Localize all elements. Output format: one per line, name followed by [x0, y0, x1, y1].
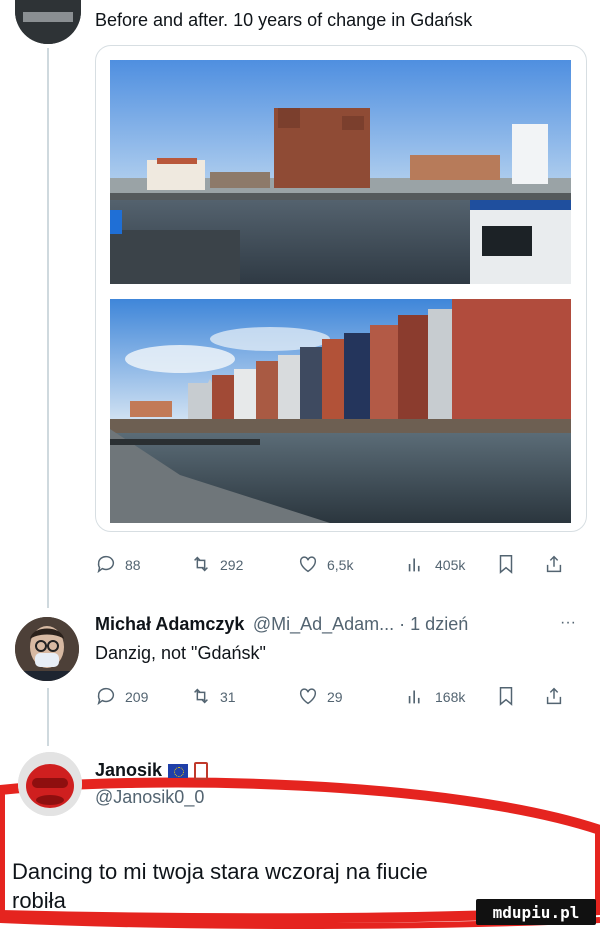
reply-avatar[interactable]	[15, 617, 79, 681]
reply-header: Michał Adamczyk @Mi_Ad_Adam... · 1 dzień	[95, 614, 468, 635]
share-button[interactable]	[543, 550, 565, 580]
like-button[interactable]: 6,5k	[297, 550, 353, 580]
views-count: 405k	[435, 557, 466, 573]
heart-icon	[297, 553, 319, 578]
share-button-2[interactable]	[543, 682, 565, 712]
retweet-count: 292	[220, 557, 244, 573]
reply-text: Danzig, not "Gdańsk"	[95, 643, 266, 663]
before-photo[interactable]	[110, 60, 571, 284]
bookmark-button-2[interactable]	[495, 682, 517, 712]
janosik-header: Janosik	[95, 760, 209, 781]
reply-button-2[interactable]: 209	[95, 682, 148, 712]
eu-flag-icon	[168, 763, 189, 778]
thread-line	[47, 48, 49, 608]
janosik-text-line2: robiła	[12, 888, 66, 913]
reply-handle-time[interactable]: @Mi_Ad_Adam... · 1 dzień	[253, 614, 468, 634]
janosik-handle[interactable]: @Janosik0_0	[95, 787, 204, 808]
reply-count: 209	[125, 689, 149, 705]
reply-button[interactable]: 88	[95, 550, 141, 580]
janosik-avatar[interactable]	[18, 752, 82, 816]
views-count: 168k	[435, 689, 466, 705]
tweet-actions: 88 292 6,5k 405k	[95, 550, 565, 580]
share-icon	[543, 685, 565, 710]
bookmark-icon	[495, 553, 517, 578]
janosik-name[interactable]: Janosik	[95, 760, 162, 781]
like-count: 6,5k	[327, 557, 354, 573]
like-count: 29	[327, 689, 343, 705]
bookmark-button[interactable]	[495, 550, 517, 580]
share-icon	[543, 553, 565, 578]
reply-icon	[95, 553, 117, 578]
views-icon	[405, 685, 427, 710]
after-photo[interactable]	[110, 299, 571, 523]
author-avatar[interactable]	[15, 0, 81, 44]
heart-icon	[297, 685, 319, 710]
like-button-2[interactable]: 29	[297, 682, 343, 712]
watermark-logo: mdupiu.pl	[476, 899, 596, 925]
views-icon	[405, 553, 427, 578]
reply-icon	[95, 685, 117, 710]
retweet-button[interactable]: 292	[190, 550, 243, 580]
views-button[interactable]: 405k	[405, 550, 465, 580]
watermark-text: mdupiu.pl	[492, 902, 580, 922]
tweet-text: Before and after. 10 years of change in …	[95, 10, 473, 30]
retweet-icon	[190, 685, 212, 710]
retweet-count: 31	[220, 689, 236, 705]
bookmark-icon	[495, 685, 517, 710]
thread-line-2	[47, 688, 49, 746]
janosik-text-line1: Dancing to mi twoja stara wczoraj na fiu…	[12, 859, 428, 884]
reply-author-name[interactable]: Michał Adamczyk	[95, 614, 244, 634]
reply-actions: 209 31 29 168k	[95, 682, 565, 712]
retweet-button-2[interactable]: 31	[190, 682, 236, 712]
more-options-button[interactable]: ···	[560, 614, 576, 632]
badge-icon	[194, 761, 209, 780]
reply-count: 88	[125, 557, 141, 573]
retweet-icon	[190, 553, 212, 578]
views-button-2[interactable]: 168k	[405, 682, 465, 712]
